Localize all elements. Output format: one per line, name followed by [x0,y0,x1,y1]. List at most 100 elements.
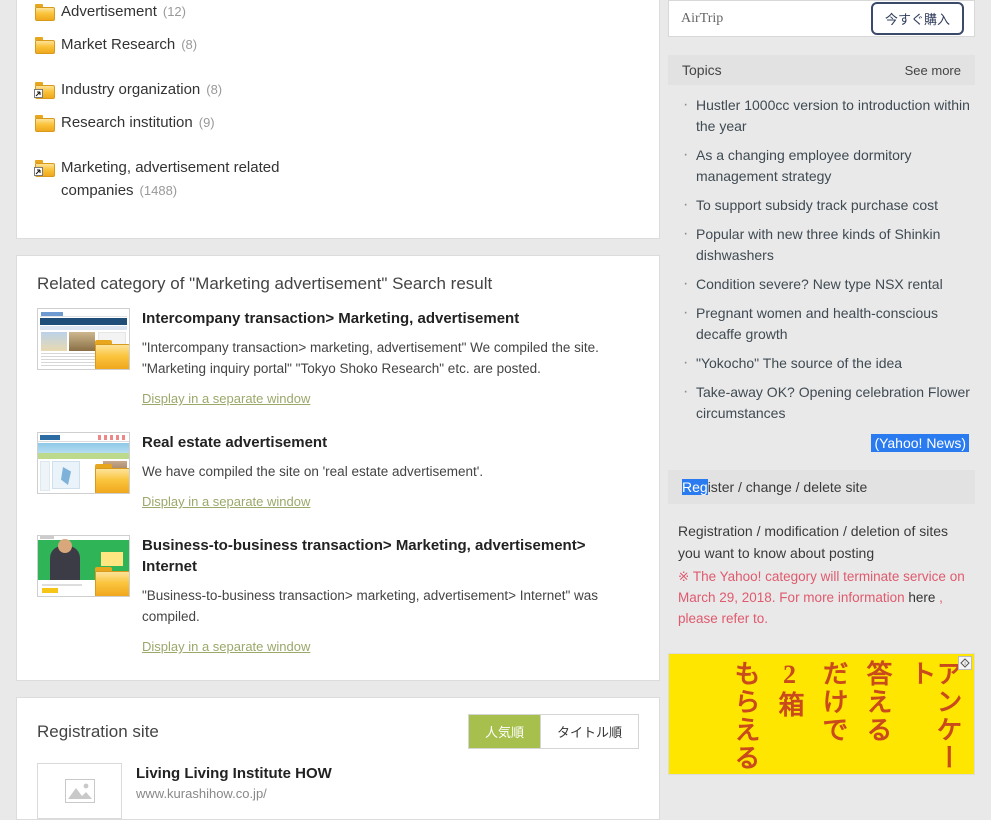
site-thumbnail-3[interactable] [37,535,130,597]
svg-text:i: i [964,661,965,667]
topic-item[interactable]: Condition severe? New type NSX rental [678,273,971,295]
sort-button-group: 人気順 タイトル順 [467,714,639,749]
main-column: Advertisement (12) Market Research (8) Indus… [0,0,660,820]
search-result-item: Business-to-business transaction> Market… [17,535,659,654]
ad-buy-now-button[interactable]: 今すぐ購入 [870,2,964,35]
shortcut-arrow-icon [34,89,43,98]
result-title[interactable]: Business-to-business transaction> Market… [142,535,639,577]
category-label[interactable]: Industry organization [61,81,200,98]
site-thumbnail-1[interactable] [37,308,130,370]
thumbnail-wrap[interactable] [37,535,130,654]
result-body: Real estate advertisement We have compil… [142,432,639,509]
ad-brand-label: AirTrip [681,10,724,26]
category-row[interactable]: Marketing, advertisement related compani… [34,156,641,202]
service-termination-warning: ※ The Yahoo! category will terminate ser… [678,566,967,629]
sort-by-popularity-button[interactable]: 人気順 [468,715,540,748]
search-result-item: Real estate advertisement We have compil… [17,432,659,509]
folder-shortcut-icon [34,82,55,99]
category-row[interactable]: Market Research (8) [35,33,641,56]
category-text: Industry organization (8) [61,78,222,101]
registration-site-title: Registration site [37,721,159,741]
shortcut-arrow-icon [34,167,43,176]
sort-by-title-button[interactable]: タイトル順 [539,715,638,748]
folder-overlay-icon [93,464,129,493]
category-label[interactable]: Market Research [61,36,175,53]
topics-see-more-link[interactable]: See more [905,63,961,78]
placeholder-image-icon [37,763,122,819]
category-count: (1488) [139,183,178,198]
register-bar-selected-text: Reg [682,479,708,495]
survey-ad-column: もらえる [731,660,760,772]
result-description: "Intercompany transaction> marketing, ad… [142,340,599,376]
survey-ad-column: アンケート [907,660,962,772]
display-separate-window-link[interactable]: Display in a separate window [142,391,310,406]
topics-title: Topics [682,62,722,78]
thumbnail-wrap[interactable] [37,432,130,509]
airtrip-ad-banner[interactable]: AirTrip 今すぐ購入 [668,0,975,37]
folder-shortcut-icon [34,160,55,177]
result-body: Intercompany transaction> Marketing, adv… [142,308,639,406]
survey-ad-column: だけで [819,660,848,744]
sidebar-column: AirTrip 今すぐ購入 Topics See more Hustler 10… [660,0,991,777]
ad-choices-icon[interactable]: i [958,656,972,670]
folder-icon [35,115,55,132]
registration-item-url: www.kurashihow.co.jp/ [136,786,267,801]
category-row[interactable]: Industry organization (8) [34,78,641,101]
result-description: "Business-to-business transaction> marke… [142,588,599,624]
category-count: (8) [206,82,223,97]
registration-note-text: Registration / modification / deletion o… [678,523,949,561]
topics-list: Hustler 1000cc version to introduction w… [668,94,975,424]
registration-item-title[interactable]: Living Living Institute HOW [136,765,332,782]
category-text: Market Research (8) [61,33,197,56]
folder-icon [35,4,55,21]
category-label[interactable]: Research institution [61,114,193,131]
site-thumbnail-2[interactable] [37,432,130,494]
thumbnail-wrap[interactable] [37,308,130,406]
folder-overlay-icon [93,340,129,369]
category-list: Advertisement (12) Market Research (8) Indus… [34,0,641,202]
topic-item[interactable]: As a changing employee dormitory managem… [678,144,971,187]
category-count: (8) [181,37,198,52]
survey-ad-banner[interactable]: アンケート 答える だけで 2箱 もらえる i [668,653,975,775]
topic-item[interactable]: Hustler 1000cc version to introduction w… [678,94,971,137]
result-description: We have compiled the site on 'real estat… [142,464,484,479]
related-category-title: Related category of "Marketing advertise… [37,274,493,293]
folder-icon [35,37,55,54]
category-text: Marketing, advertisement related compani… [61,156,361,202]
search-result-item: Intercompany transaction> Marketing, adv… [17,308,659,406]
survey-ad-text-columns: アンケート 答える だけで 2箱 もらえる [669,654,974,774]
registration-list-item: Living Living Institute HOW www.kurashih… [17,759,659,819]
display-separate-window-link[interactable]: Display in a separate window [142,639,310,654]
yahoo-news-source-label: (Yahoo! News) [871,434,969,452]
topic-item[interactable]: Popular with new three kinds of Shinkin … [678,223,971,266]
register-bar-rest-text: ister / change / delete site [707,479,868,495]
topic-item[interactable]: Pregnant women and health-conscious deca… [678,302,971,345]
survey-ad-column: 2箱 [775,660,804,719]
result-title[interactable]: Real estate advertisement [142,432,639,453]
register-change-delete-bar[interactable]: Register / change / delete site [668,470,975,504]
registration-site-header: Registration site 人気順 タイトル順 [17,698,659,759]
category-row[interactable]: Advertisement (12) [35,0,641,23]
display-separate-window-link[interactable]: Display in a separate window [142,494,310,509]
category-row[interactable]: Research institution (9) [35,111,641,134]
survey-ad-column: 答える [863,660,892,744]
category-count: (12) [162,4,186,19]
topic-item[interactable]: To support subsidy track purchase cost [678,194,971,216]
category-text: Advertisement (12) [61,0,186,23]
topic-item[interactable]: "Yokocho" The source of the idea [678,352,971,374]
category-label[interactable]: Advertisement [61,3,157,20]
result-body: Business-to-business transaction> Market… [142,535,639,654]
folder-overlay-icon [93,567,129,596]
topics-source-wrap: (Yahoo! News) [668,432,975,452]
category-list-panel: Advertisement (12) Market Research (8) Indus… [16,0,660,239]
result-title[interactable]: Intercompany transaction> Marketing, adv… [142,308,639,329]
category-count: (9) [198,115,215,130]
registration-site-panel: Registration site 人気順 タイトル順 Living Livin… [16,697,660,820]
warning-mark-icon: ※ [678,569,690,584]
registration-note: Registration / modification / deletion o… [668,504,975,629]
topics-header: Topics See more [668,55,975,85]
warning-here-link[interactable]: here [908,590,935,605]
category-text: Research institution (9) [61,111,215,134]
topic-item[interactable]: Take-away OK? Opening celebration Flower… [678,381,971,424]
page-root: Advertisement (12) Market Research (8) Indus… [0,0,991,820]
